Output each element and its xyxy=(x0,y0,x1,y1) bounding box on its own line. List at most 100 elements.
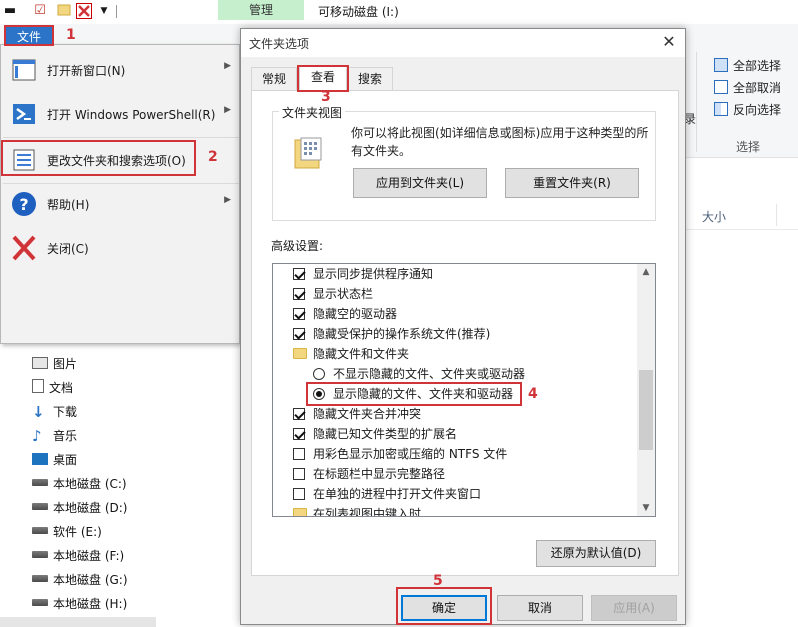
qat-dropdown-icon[interactable]: ▼ xyxy=(96,3,112,19)
advanced-option-row[interactable]: 隐藏文件夹合并冲突 xyxy=(273,404,637,424)
checkbox-checked[interactable] xyxy=(293,308,305,320)
invert-selection-button[interactable]: 反向选择 xyxy=(714,101,781,118)
explorer-titlebar: ▬ ☑ ▼ 管理 可移动磁盘 (I:) xyxy=(0,0,798,24)
nav-item[interactable]: 文档 xyxy=(32,376,73,400)
checkbox-checked[interactable] xyxy=(293,408,305,420)
checkbox-unchecked[interactable] xyxy=(293,488,305,500)
advanced-option-row[interactable]: 显示同步提供程序通知 xyxy=(273,264,637,284)
checkbox-checked[interactable] xyxy=(293,328,305,340)
checkbox-checked[interactable] xyxy=(293,428,305,440)
ribbon-manage-tab[interactable]: 管理 xyxy=(218,0,304,20)
nav-item-label: 文档 xyxy=(49,381,74,395)
nav-selected-item[interactable] xyxy=(0,617,156,627)
qat-separator xyxy=(116,5,117,18)
highlight-folder-options xyxy=(1,140,196,176)
step-4-label: 4 xyxy=(528,386,538,402)
step-3-label: 3 xyxy=(321,89,331,105)
column-separator[interactable] xyxy=(776,204,777,226)
advanced-option-row[interactable]: 不显示隐藏的文件、文件夹或驱动器 xyxy=(273,364,637,384)
folder-icon xyxy=(293,508,307,516)
advanced-option-label: 隐藏文件和文件夹 xyxy=(313,347,410,361)
music-icon: ♪ xyxy=(32,427,42,445)
column-header-size[interactable]: 大小 xyxy=(686,200,798,230)
advanced-option-row[interactable]: 隐藏空的驱动器 xyxy=(273,304,637,324)
checkbox-checked[interactable] xyxy=(293,288,305,300)
advanced-option-row[interactable]: 在标题栏中显示完整路径 xyxy=(273,464,637,484)
drive-small-icon[interactable]: ▬ xyxy=(2,3,18,19)
window-title: 可移动磁盘 (I:) xyxy=(318,5,399,19)
view-tab-panel: 文件夹视图 你可以将此视图(如详细信息或图标)应用于这种类型的所有文件夹。 应用… xyxy=(251,90,679,576)
nav-item[interactable]: 图片 xyxy=(32,352,77,376)
nav-item[interactable]: 软件 (E:) xyxy=(32,520,102,544)
advanced-option-row[interactable]: 隐藏已知文件类型的扩展名 xyxy=(273,424,637,444)
advanced-option-label: 不显示隐藏的文件、文件夹或驱动器 xyxy=(333,367,526,381)
downloads-icon: ↓ xyxy=(32,403,45,421)
tab-general[interactable]: 常规 xyxy=(251,67,297,91)
submenu-arrow-icon: ▶ xyxy=(224,195,231,205)
nav-item[interactable]: 本地磁盘 (C:) xyxy=(32,472,127,496)
restore-defaults-button[interactable]: 还原为默认值(D) xyxy=(536,540,656,567)
advanced-option-row[interactable]: 显示状态栏 xyxy=(273,284,637,304)
file-menu-button[interactable]: 文件 xyxy=(4,25,54,46)
folder-options-dialog: 文件夹选项 ✕ 常规 查看 搜索 3 文件夹视图 你可以将此视图(如详细信息或图… xyxy=(240,28,686,625)
folder-view-title: 文件夹视图 xyxy=(279,104,346,121)
highlight-view-tab xyxy=(297,65,349,92)
advanced-list-scrollbar[interactable]: ▲ ▼ xyxy=(637,264,655,516)
nav-item-label: 图片 xyxy=(53,357,78,371)
nav-item[interactable]: 本地磁盘 (H:) xyxy=(32,592,127,616)
advanced-option-row: 隐藏文件和文件夹 xyxy=(273,344,637,364)
advanced-settings-list[interactable]: 显示同步提供程序通知 显示状态栏 隐藏空的驱动器隐藏受保护的操作系统文件(推荐) 隐藏… xyxy=(272,263,656,517)
dialog-close-icon[interactable]: ✕ xyxy=(659,32,679,52)
submenu-arrow-icon: ▶ xyxy=(224,105,231,115)
nav-item[interactable]: 本地磁盘 (D:) xyxy=(32,496,127,520)
advanced-option-row[interactable]: 隐藏受保护的操作系统文件(推荐) xyxy=(273,324,637,344)
apply-button[interactable]: 应用(A) xyxy=(591,595,677,621)
select-all-icon xyxy=(714,58,728,72)
select-none-icon xyxy=(714,80,728,94)
nav-item[interactable]: 本地磁盘 (F:) xyxy=(32,544,124,568)
drive-icon xyxy=(32,575,48,582)
advanced-option-row[interactable]: 用彩色显示加密或压缩的 NTFS 文件 xyxy=(273,444,637,464)
scroll-thumb[interactable] xyxy=(639,370,653,450)
dialog-titlebar: 文件夹选项 ✕ xyxy=(241,29,685,57)
select-all-button[interactable]: 全部选择 xyxy=(714,57,781,74)
documents-icon xyxy=(32,379,44,393)
menu-item-close[interactable]: 关闭(C) xyxy=(3,227,239,269)
folder-view-description: 你可以将此视图(如详细信息或图标)应用于这种类型的所有文件夹。 xyxy=(351,126,649,158)
checkbox-unchecked[interactable] xyxy=(293,468,305,480)
advanced-settings-label: 高级设置: xyxy=(271,239,324,253)
delete-icon[interactable] xyxy=(76,3,92,19)
nav-item-label: 本地磁盘 (H:) xyxy=(53,597,128,611)
highlight-ok-button xyxy=(396,587,492,625)
advanced-option-label: 隐藏受保护的操作系统文件(推荐) xyxy=(313,327,491,341)
step-2-label: 2 xyxy=(208,149,218,165)
properties-icon[interactable]: ☑ xyxy=(32,3,48,19)
drive-icon xyxy=(32,551,48,558)
invert-selection-icon xyxy=(714,102,728,116)
drive-icon xyxy=(32,599,48,606)
checkbox-unchecked[interactable] xyxy=(293,448,305,460)
nav-item[interactable]: 桌面 xyxy=(32,448,77,472)
menu-item-help[interactable]: ? 帮助(H) ▶ xyxy=(3,183,239,225)
menu-item-powershell[interactable]: 打开 Windows PowerShell(R) ▶ xyxy=(3,93,239,135)
cancel-button[interactable]: 取消 xyxy=(497,595,583,621)
help-icon: ? xyxy=(12,192,36,216)
scroll-down-icon[interactable]: ▼ xyxy=(637,500,655,516)
select-none-button[interactable]: 全部取消 xyxy=(714,79,781,96)
drive-icon xyxy=(32,503,48,510)
nav-item[interactable]: 本地磁盘 (G:) xyxy=(32,568,128,592)
nav-item[interactable]: ↓ 下载 xyxy=(32,400,77,424)
nav-item[interactable]: ♪ 音乐 xyxy=(32,424,77,448)
advanced-option-row[interactable]: 在单独的进程中打开文件夹窗口 xyxy=(273,484,637,504)
drive-icon xyxy=(32,479,48,486)
reset-folders-button[interactable]: 重置文件夹(R) xyxy=(505,168,639,198)
new-folder-icon[interactable] xyxy=(56,3,72,19)
scroll-up-icon[interactable]: ▲ xyxy=(637,264,655,280)
pictures-icon xyxy=(32,357,48,369)
radio-unselected[interactable] xyxy=(313,368,325,380)
apply-to-folders-button[interactable]: 应用到文件夹(L) xyxy=(353,168,487,198)
tab-search[interactable]: 搜索 xyxy=(347,67,393,91)
checkbox-checked[interactable] xyxy=(293,268,305,280)
ribbon-separator xyxy=(696,52,697,152)
menu-item-new-window[interactable]: 打开新窗口(N) ▶ xyxy=(3,49,239,91)
